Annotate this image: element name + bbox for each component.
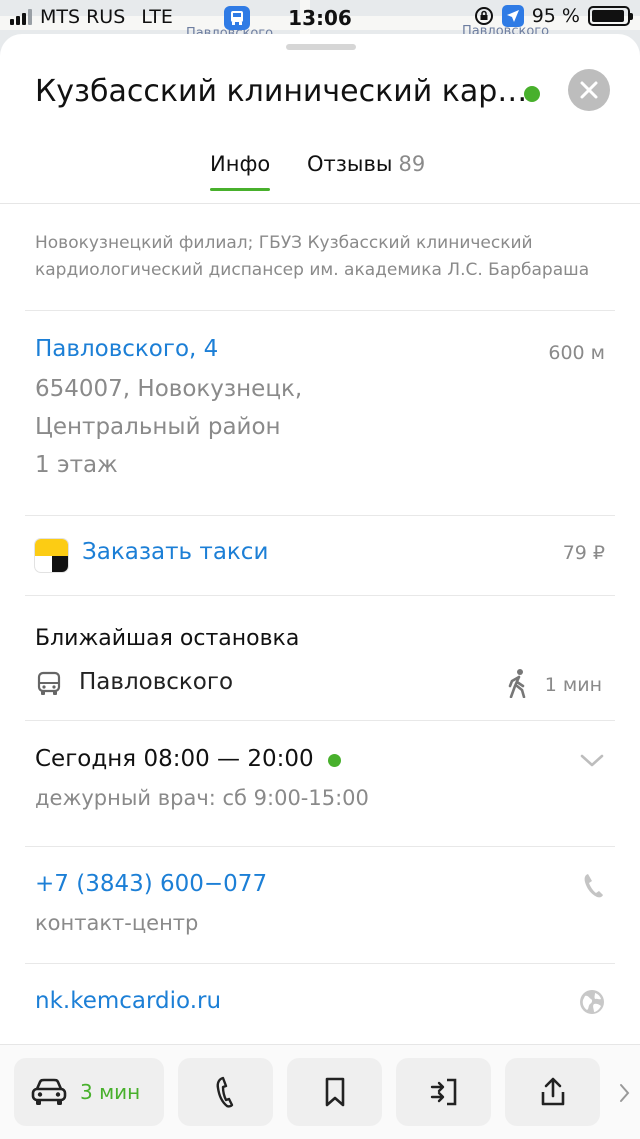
place-title: Кузбасский клинический кар…	[35, 74, 528, 109]
bookmark-icon	[325, 1077, 344, 1107]
share-button[interactable]	[505, 1058, 600, 1126]
divider	[25, 846, 615, 847]
route-button[interactable]: 3 мин	[14, 1058, 164, 1126]
status-bar: MTS RUS LTE 13:06 95 %	[0, 0, 640, 36]
divider	[25, 310, 615, 311]
taxi-logo-icon	[34, 538, 69, 573]
tab-bar: Инфо Отзывы 89	[0, 144, 640, 204]
battery-percent: 95 %	[531, 5, 580, 27]
tab-info[interactable]: Инфо	[210, 152, 271, 191]
rotation-lock-icon	[474, 7, 493, 25]
route-time: 3 мин	[80, 1080, 141, 1104]
chevron-down-icon[interactable]	[578, 749, 606, 771]
walk-icon	[508, 669, 526, 698]
entrances-button[interactable]	[396, 1058, 491, 1126]
divider	[25, 963, 615, 964]
open-now-dot	[328, 754, 341, 767]
phone-icon	[216, 1076, 233, 1108]
website-link[interactable]: nk.kemcardio.ru	[35, 988, 221, 1014]
bookmark-button[interactable]	[287, 1058, 382, 1126]
address-link[interactable]: Павловского, 4	[35, 336, 218, 362]
nearest-stop-heading: Ближайшая остановка	[35, 626, 300, 651]
divider	[25, 595, 615, 596]
tab-reviews-label: Отзывы	[307, 152, 393, 176]
place-description: Новокузнецкий филиал; ГБУЗ Кузбасский кл…	[35, 233, 590, 280]
close-icon	[580, 81, 598, 99]
phone-icon[interactable]	[578, 870, 608, 900]
duty-doctor-note: дежурный врач: сб 9:00-15:00	[35, 786, 369, 810]
call-button[interactable]	[178, 1058, 273, 1126]
battery-icon	[588, 6, 633, 26]
tab-reviews[interactable]: Отзывы 89	[307, 152, 425, 176]
reviews-count: 89	[398, 152, 426, 176]
share-icon	[541, 1077, 564, 1106]
walk-time: 1 мин	[544, 674, 602, 696]
sheet-grabber[interactable]	[286, 44, 356, 50]
address-district: Центральный район	[35, 414, 281, 440]
taxi-price: 79 ₽	[562, 542, 605, 564]
address-postal-city: 654007, Новокузнецк,	[35, 376, 303, 402]
globe-icon[interactable]	[577, 987, 607, 1017]
place-card: Кузбасский клинический кар… Инфо Отзывы 8…	[0, 34, 640, 1044]
address-distance: 600 м	[548, 342, 605, 364]
entrance-icon	[430, 1078, 456, 1106]
close-button[interactable]	[568, 69, 610, 111]
address-floor: 1 этаж	[35, 452, 118, 478]
order-taxi-link[interactable]: Заказать такси	[82, 539, 268, 565]
action-bar: 3 мин	[0, 1044, 640, 1139]
divider	[25, 515, 615, 516]
car-icon	[31, 1078, 67, 1105]
stop-name[interactable]: Павловского	[79, 669, 233, 695]
phone-label: контакт-центр	[35, 911, 199, 935]
bus-icon	[37, 671, 61, 695]
chevron-right-icon[interactable]	[614, 1081, 634, 1105]
open-status-dot	[524, 86, 540, 102]
location-arrow-icon	[501, 5, 524, 27]
phone-link[interactable]: +7 (3843) 600−077	[35, 871, 267, 897]
divider	[25, 720, 615, 721]
hours-today[interactable]: Сегодня 08:00 — 20:00	[35, 746, 314, 772]
